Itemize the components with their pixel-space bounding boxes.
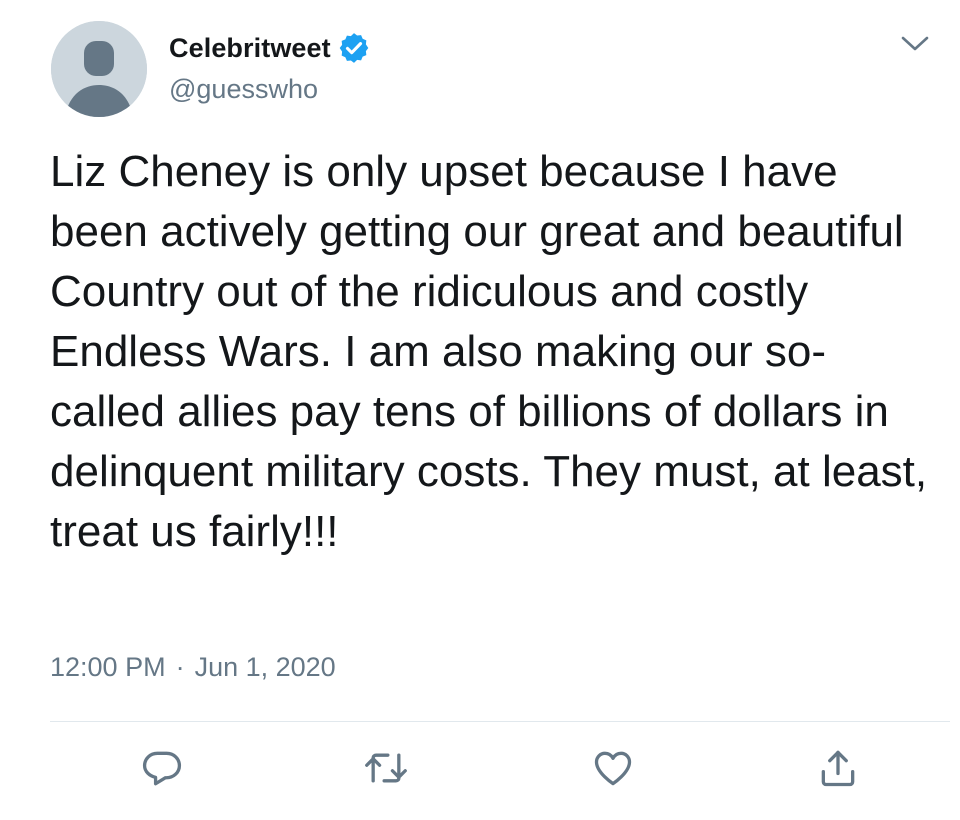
retweet-button[interactable] (358, 740, 414, 796)
avatar[interactable] (51, 21, 147, 117)
tweet-text: Liz Cheney is only upset because I have … (50, 147, 940, 556)
like-button[interactable] (585, 740, 641, 796)
chevron-down-icon[interactable] (898, 30, 932, 58)
author-display-name[interactable]: Celebritweet (169, 33, 331, 64)
default-profile-avatar-icon (51, 21, 147, 117)
share-icon (821, 750, 855, 787)
tweet-action-bar (0, 740, 960, 796)
author-handle[interactable]: @guesswho (169, 74, 318, 105)
tweet-timestamp[interactable]: 12:00 PM · Jun 1, 2020 (50, 652, 336, 683)
timestamp-separator: · (175, 652, 185, 682)
tweet-date[interactable]: Jun 1, 2020 (195, 652, 336, 683)
tweet-time[interactable]: 12:00 PM (50, 652, 166, 683)
tweet-card: Celebritweet @guesswho Liz Cheney is onl… (0, 0, 960, 820)
heart-icon (594, 751, 632, 786)
reply-icon (142, 751, 182, 786)
author-name-row: Celebritweet (169, 30, 371, 66)
verified-badge-icon (337, 31, 371, 65)
reply-button[interactable] (134, 740, 190, 796)
retweet-icon (365, 753, 407, 783)
share-button[interactable] (810, 740, 866, 796)
divider (50, 721, 950, 722)
